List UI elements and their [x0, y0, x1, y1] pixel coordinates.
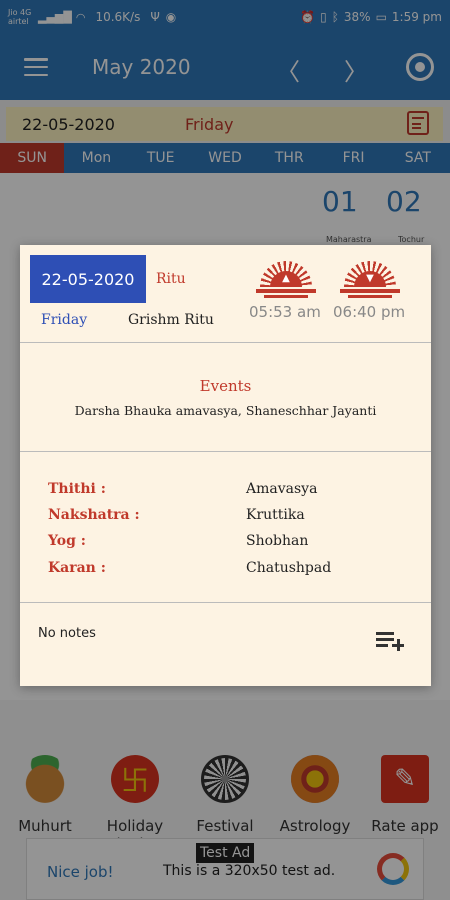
playlist-add-icon[interactable]: [376, 630, 404, 652]
day-details-dialog: 22-05-2020 Ritu Friday Grishm Ritu ▲ ▼ 0…: [20, 245, 431, 686]
ritu-label: Ritu: [156, 271, 186, 287]
dialog-date: 22-05-2020: [30, 255, 146, 303]
dialog-day-name: Friday: [41, 312, 88, 328]
events-title: Events: [199, 377, 252, 395]
sunset-time: 06:40 pm: [333, 303, 406, 321]
sunrise-icon: ▲: [256, 261, 316, 299]
sunrise-time: 05:53 am: [249, 303, 321, 321]
divider: [20, 342, 431, 343]
divider: [20, 451, 431, 452]
ritu-value: Grishm Ritu: [128, 312, 214, 328]
sunset-icon: ▼: [340, 261, 400, 299]
notes-text: No notes: [38, 626, 96, 641]
divider: [20, 602, 431, 603]
events-text: Darsha Bhauka amavasya, Shaneschhar Jaya…: [74, 403, 377, 418]
